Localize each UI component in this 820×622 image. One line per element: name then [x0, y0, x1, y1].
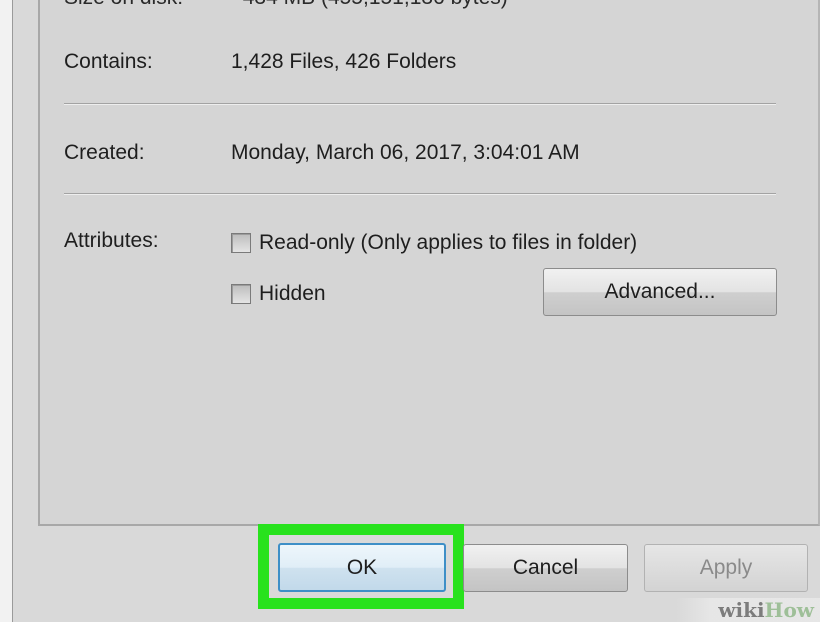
contains-label: Contains:	[64, 50, 153, 73]
general-tab-panel	[38, 0, 820, 526]
read-only-label: Read-only (Only applies to files in fold…	[259, 231, 638, 254]
hidden-checkbox[interactable]	[231, 284, 251, 304]
size-on-disk-value: 434 MB (455,151,136 bytes)	[243, 0, 508, 9]
separator	[64, 193, 776, 195]
cancel-button[interactable]: Cancel	[463, 544, 628, 592]
created-label: Created:	[64, 141, 145, 164]
watermark-how: How	[764, 598, 814, 622]
read-only-option[interactable]: Read-only (Only applies to files in fold…	[231, 231, 637, 255]
wikihow-watermark: wiki How	[676, 598, 820, 622]
size-on-disk-row: Size on disk: 434 MB (455,151,136 bytes)	[64, 0, 508, 10]
separator	[64, 103, 776, 105]
watermark-wiki: wiki	[718, 598, 765, 622]
ok-button[interactable]: OK	[278, 543, 446, 592]
contains-value: 1,428 Files, 426 Folders	[231, 50, 457, 73]
hidden-option[interactable]: Hidden	[231, 282, 326, 306]
apply-button[interactable]: Apply	[644, 544, 808, 592]
size-on-disk-label: Size on disk:	[64, 0, 183, 9]
hidden-label: Hidden	[259, 282, 326, 305]
created-value: Monday, March 06, 2017, 3:04:01 AM	[231, 141, 580, 164]
advanced-button[interactable]: Advanced...	[543, 268, 777, 316]
attributes-label: Attributes:	[64, 229, 159, 252]
read-only-checkbox[interactable]	[231, 233, 251, 253]
